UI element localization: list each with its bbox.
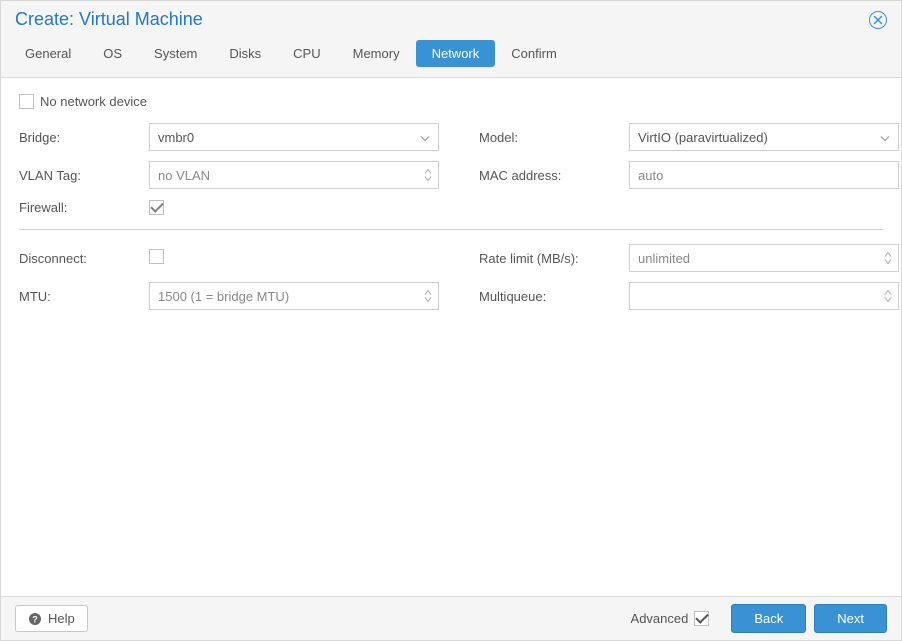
- wizard-tabs: General OS System Disks CPU Memory Netwo…: [1, 34, 901, 78]
- mtu-label: MTU:: [19, 289, 149, 304]
- mq-label: Multiqueue:: [479, 289, 629, 304]
- no-network-checkbox[interactable]: [19, 94, 34, 109]
- vlan-label: VLAN Tag:: [19, 168, 149, 183]
- divider: [19, 229, 883, 230]
- model-label: Model:: [479, 130, 629, 145]
- advanced-label: Advanced: [631, 611, 689, 626]
- firewall-label: Firewall:: [19, 200, 149, 215]
- mtu-input[interactable]: 1500 (1 = bridge MTU): [149, 282, 439, 310]
- dialog-title: Create: Virtual Machine: [15, 9, 203, 30]
- rate-placeholder: unlimited: [638, 251, 690, 266]
- tab-cpu[interactable]: CPU: [277, 40, 336, 67]
- firewall-checkbox[interactable]: [149, 200, 164, 215]
- vlan-input[interactable]: no VLAN: [149, 161, 439, 189]
- chevron-down-icon: [880, 130, 890, 145]
- mac-label: MAC address:: [479, 168, 629, 183]
- tab-disks[interactable]: Disks: [213, 40, 277, 67]
- tab-confirm[interactable]: Confirm: [495, 40, 573, 67]
- help-label: Help: [48, 611, 75, 626]
- vlan-placeholder: no VLAN: [158, 168, 210, 183]
- back-button[interactable]: Back: [731, 604, 806, 633]
- close-button[interactable]: [869, 11, 887, 29]
- advanced-checkbox[interactable]: [694, 611, 709, 626]
- help-icon: ?: [28, 612, 42, 626]
- next-button[interactable]: Next: [814, 604, 887, 633]
- dialog-footer: ? Help Advanced Back Next: [1, 596, 901, 640]
- tab-network[interactable]: Network: [416, 40, 496, 67]
- bridge-value: vmbr0: [158, 130, 194, 145]
- tab-system[interactable]: System: [138, 40, 213, 67]
- svg-text:?: ?: [32, 614, 38, 624]
- network-panel: No network device Bridge: vmbr0 Model: V…: [1, 78, 901, 581]
- tab-general[interactable]: General: [9, 40, 87, 67]
- mq-input[interactable]: [629, 282, 899, 310]
- mac-placeholder: auto: [638, 168, 663, 183]
- help-button[interactable]: ? Help: [15, 605, 88, 632]
- disconnect-checkbox[interactable]: [149, 249, 164, 264]
- mac-input[interactable]: auto: [629, 161, 899, 189]
- rate-label: Rate limit (MB/s):: [479, 251, 629, 266]
- bridge-select[interactable]: vmbr0: [149, 123, 439, 151]
- tab-os[interactable]: OS: [87, 40, 138, 67]
- rate-input[interactable]: unlimited: [629, 244, 899, 272]
- spinner-icon: [424, 290, 432, 303]
- model-value: VirtIO (paravirtualized): [638, 130, 768, 145]
- spinner-icon: [884, 252, 892, 265]
- tab-memory[interactable]: Memory: [337, 40, 416, 67]
- no-network-label: No network device: [40, 94, 147, 109]
- bridge-label: Bridge:: [19, 130, 149, 145]
- spinner-icon: [884, 290, 892, 303]
- disconnect-label: Disconnect:: [19, 251, 149, 266]
- mtu-placeholder: 1500 (1 = bridge MTU): [158, 289, 289, 304]
- spinner-icon: [424, 169, 432, 182]
- chevron-down-icon: [420, 130, 430, 145]
- model-select[interactable]: VirtIO (paravirtualized): [629, 123, 899, 151]
- close-icon: [873, 15, 883, 25]
